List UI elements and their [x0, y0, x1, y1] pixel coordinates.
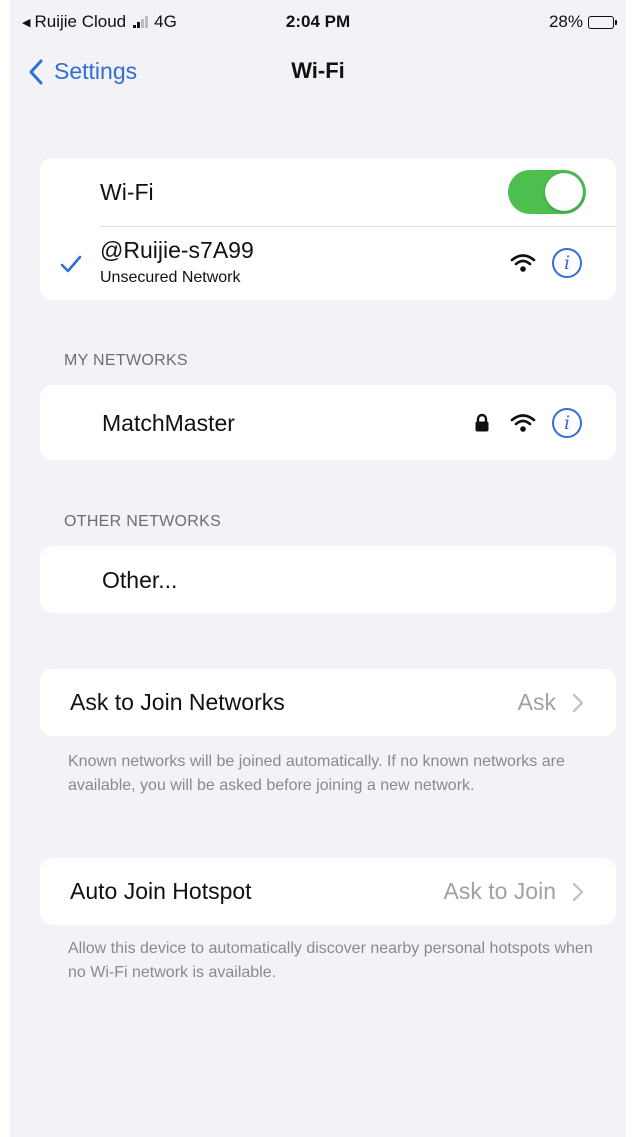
auto-join-hotspot-label: Auto Join Hotspot — [70, 878, 252, 904]
chevron-right-icon — [572, 882, 584, 902]
wifi-toggle-label: Wi-Fi — [100, 179, 154, 205]
lock-icon — [475, 413, 489, 432]
other-networks-header: OTHER NETWORKS — [64, 513, 222, 530]
auto-join-hotspot-value: Ask to Join — [443, 878, 557, 904]
page-title: Wi-Fi — [291, 58, 345, 83]
battery-indicator: 28% — [548, 12, 617, 32]
connected-network-info-button[interactable]: i — [552, 248, 582, 278]
ask-to-join-row[interactable]: Ask to Join Networks Ask — [40, 669, 616, 736]
my-networks-group: MatchMaster i — [40, 385, 616, 460]
auto-join-hotspot-footer: Allow this device to automatically disco… — [68, 940, 593, 981]
wifi-toggle-switch[interactable] — [508, 170, 586, 214]
status-bar: ◀ Ruijie Cloud 4G 2:04 PM 28% — [10, 0, 626, 46]
network-name: MatchMaster — [102, 410, 235, 436]
navigation-bar: Settings Wi-Fi — [10, 50, 626, 96]
my-networks-header: MY NETWORKS — [64, 352, 188, 369]
auto-join-hotspot-group: Auto Join Hotspot Ask to Join — [40, 858, 616, 925]
ask-to-join-footer: Known networks will be joined automatica… — [68, 753, 565, 794]
wifi-group: Wi-Fi @Ruijie-s7A99 Unsecured Network i — [40, 158, 616, 300]
ask-to-join-value: Ask — [517, 689, 556, 715]
battery-icon — [588, 15, 617, 29]
wifi-icon — [510, 254, 536, 272]
battery-percent-label: 28% — [548, 12, 583, 31]
checkmark-icon — [60, 255, 82, 273]
wifi-settings-screen: ◀ Ruijie Cloud 4G 2:04 PM 28% Settings W… — [10, 0, 626, 1137]
connected-network-row[interactable]: @Ruijie-s7A99 Unsecured Network i — [40, 227, 616, 300]
status-time: 2:04 PM — [285, 12, 351, 31]
ask-to-join-group: Ask to Join Networks Ask — [40, 669, 616, 736]
other-network-row[interactable]: Other... — [40, 546, 616, 613]
network-info-button[interactable]: i — [552, 408, 582, 438]
auto-join-hotspot-row[interactable]: Auto Join Hotspot Ask to Join — [40, 858, 616, 925]
other-networks-group: Other... — [40, 546, 616, 613]
connected-network-name: @Ruijie-s7A99 — [100, 237, 254, 263]
network-row-matchmaster[interactable]: MatchMaster i — [40, 385, 616, 460]
wifi-icon — [510, 414, 536, 432]
other-network-label: Other... — [102, 567, 178, 593]
toggle-knob — [545, 173, 583, 211]
chevron-right-icon — [572, 693, 584, 713]
connected-network-status: Unsecured Network — [100, 269, 241, 286]
ask-to-join-label: Ask to Join Networks — [70, 689, 285, 715]
wifi-toggle-row: Wi-Fi — [40, 158, 616, 226]
